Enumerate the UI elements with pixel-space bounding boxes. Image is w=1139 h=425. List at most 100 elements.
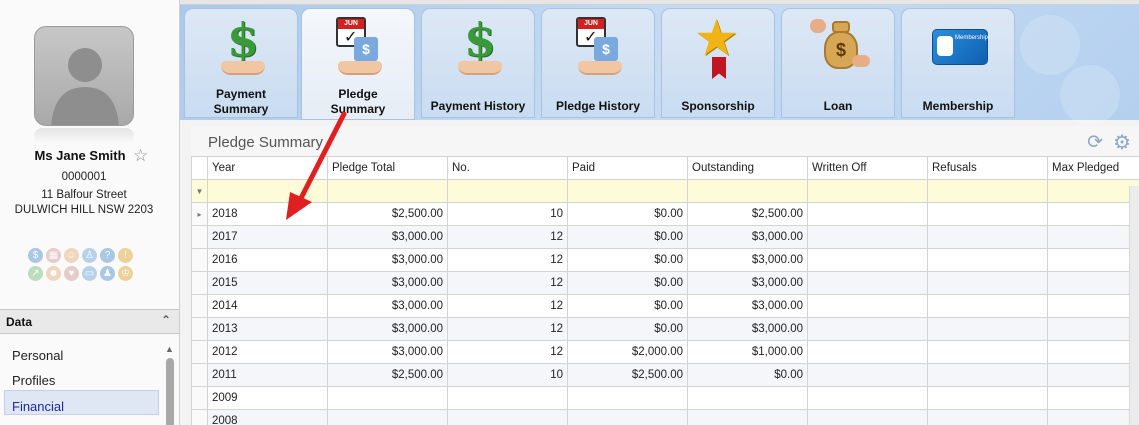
- table-cell[interactable]: [567, 386, 688, 410]
- tab-pledge-history[interactable]: $ Pledge History: [541, 8, 655, 118]
- table-cell[interactable]: $2,000.00: [567, 340, 688, 364]
- table-cell[interactable]: [927, 225, 1048, 249]
- table-cell[interactable]: $0.00: [567, 294, 688, 318]
- row-indicator[interactable]: [191, 340, 208, 364]
- table-cell[interactable]: 12: [447, 248, 568, 272]
- table-cell[interactable]: [807, 248, 928, 272]
- gear-icon[interactable]: ⚙: [1113, 130, 1131, 155]
- table-cell[interactable]: $0.00: [567, 248, 688, 272]
- table-cell[interactable]: $25: [1047, 294, 1139, 318]
- table-cell[interactable]: $1,000.00: [687, 340, 808, 364]
- row-indicator[interactable]: [191, 317, 208, 341]
- table-cell[interactable]: [1047, 386, 1139, 410]
- table-cell[interactable]: [807, 386, 928, 410]
- pledge-status-icon[interactable]: ♥: [64, 266, 79, 281]
- sidebar-scrollbar[interactable]: ▲: [164, 344, 176, 425]
- table-cell[interactable]: $0.00: [567, 271, 688, 295]
- chevron-up-icon[interactable]: ⌃: [161, 313, 171, 327]
- table-cell[interactable]: [327, 386, 448, 410]
- table-cell[interactable]: [927, 202, 1048, 226]
- column-header[interactable]: Written Off: [807, 156, 928, 180]
- tab-membership[interactable]: Membership: [901, 8, 1015, 118]
- table-row[interactable]: 2012$3,000.0012$2,000.00$1,000.00 $25: [191, 340, 1139, 364]
- table-cell[interactable]: $0.00: [567, 225, 688, 249]
- table-cell[interactable]: $3,000.00: [327, 225, 448, 249]
- filter-cell[interactable]: [927, 179, 1048, 203]
- table-cell[interactable]: $3,000.00: [687, 317, 808, 341]
- table-cell[interactable]: $25: [1047, 225, 1139, 249]
- column-header[interactable]: Outstanding: [687, 156, 808, 180]
- column-header[interactable]: No.: [447, 156, 568, 180]
- filter-cell[interactable]: [447, 179, 568, 203]
- link-status-icon[interactable]: ↗: [28, 266, 43, 281]
- table-cell[interactable]: $3,000.00: [327, 248, 448, 272]
- table-cell[interactable]: [447, 386, 568, 410]
- table-cell[interactable]: 12: [447, 317, 568, 341]
- table-cell[interactable]: 2009: [207, 386, 328, 410]
- warning-status-icon[interactable]: !: [118, 248, 133, 263]
- filter-cell[interactable]: [807, 179, 928, 203]
- table-cell[interactable]: $3,000.00: [687, 225, 808, 249]
- table-cell[interactable]: 2017: [207, 225, 328, 249]
- table-row[interactable]: 2013$3,000.0012$0.00$3,000.00$25: [191, 317, 1139, 341]
- table-cell[interactable]: 10: [447, 363, 568, 387]
- avatar[interactable]: [34, 26, 134, 126]
- table-cell[interactable]: [927, 386, 1048, 410]
- row-indicator[interactable]: [191, 409, 208, 425]
- table-cell[interactable]: $2,500.00: [687, 202, 808, 226]
- table-cell[interactable]: 2013: [207, 317, 328, 341]
- table-cell[interactable]: $3,000.00: [327, 340, 448, 364]
- scroll-up-icon[interactable]: ▲: [165, 344, 174, 354]
- data-section-header[interactable]: Data ⌃: [0, 309, 179, 334]
- table-cell[interactable]: 2015: [207, 271, 328, 295]
- group-status-icon[interactable]: ☻: [46, 266, 61, 281]
- table-cell[interactable]: $3,000.00: [687, 294, 808, 318]
- row-indicator[interactable]: [191, 386, 208, 410]
- table-cell[interactable]: [1047, 409, 1139, 425]
- row-indicator[interactable]: [191, 294, 208, 318]
- sidebar-item-personal[interactable]: Personal: [0, 340, 179, 365]
- row-indicator[interactable]: [191, 363, 208, 387]
- table-cell[interactable]: $25: [1047, 248, 1139, 272]
- table-cell[interactable]: $3,000.00: [327, 294, 448, 318]
- table-cell[interactable]: 12: [447, 340, 568, 364]
- table-cell[interactable]: $25: [1047, 340, 1139, 364]
- table-cell[interactable]: $0.00: [567, 317, 688, 341]
- row-indicator[interactable]: [191, 271, 208, 295]
- table-cell[interactable]: [927, 271, 1048, 295]
- table-cell[interactable]: [927, 363, 1048, 387]
- column-header[interactable]: Paid: [567, 156, 688, 180]
- table-cell[interactable]: [927, 248, 1048, 272]
- table-cell[interactable]: $2,500.00: [567, 363, 688, 387]
- filter-cell[interactable]: [687, 179, 808, 203]
- table-cell[interactable]: $25: [1047, 363, 1139, 387]
- table-cell[interactable]: $3,000.00: [687, 248, 808, 272]
- people-status-icon[interactable]: ♙: [82, 248, 97, 263]
- table-cell[interactable]: $0.00: [687, 363, 808, 387]
- calendar-status-icon[interactable]: ▦: [46, 248, 61, 263]
- filter-icon[interactable]: ▼: [191, 179, 208, 203]
- team-status-icon[interactable]: ♟: [100, 266, 115, 281]
- table-cell[interactable]: $25: [1047, 317, 1139, 341]
- table-cell[interactable]: [927, 340, 1048, 364]
- column-header[interactable]: Max Pledged: [1047, 156, 1139, 180]
- table-cell[interactable]: 12: [447, 271, 568, 295]
- table-row[interactable]: 2016$3,000.0012$0.00$3,000.00$25: [191, 248, 1139, 272]
- row-indicator[interactable]: [191, 225, 208, 249]
- table-cell[interactable]: 2011: [207, 363, 328, 387]
- grid-scrollbar[interactable]: [1129, 186, 1139, 425]
- dollar-status-icon[interactable]: $: [28, 248, 43, 263]
- table-cell[interactable]: 12: [447, 225, 568, 249]
- table-cell[interactable]: 2008: [207, 409, 328, 425]
- column-header[interactable]: Refusals: [927, 156, 1048, 180]
- card-status-icon[interactable]: ▭: [82, 266, 97, 281]
- table-cell[interactable]: [567, 409, 688, 425]
- table-cell[interactable]: $0.00: [567, 202, 688, 226]
- table-cell[interactable]: [687, 409, 808, 425]
- tab-sponsorship[interactable]: ★ Sponsorship: [661, 8, 775, 118]
- table-cell[interactable]: $25: [1047, 271, 1139, 295]
- sidebar-item-financial[interactable]: Financial: [4, 390, 159, 415]
- table-cell[interactable]: [807, 271, 928, 295]
- table-cell[interactable]: 2012: [207, 340, 328, 364]
- table-row[interactable]: 2015$3,000.0012$0.00$3,000.00$25: [191, 271, 1139, 295]
